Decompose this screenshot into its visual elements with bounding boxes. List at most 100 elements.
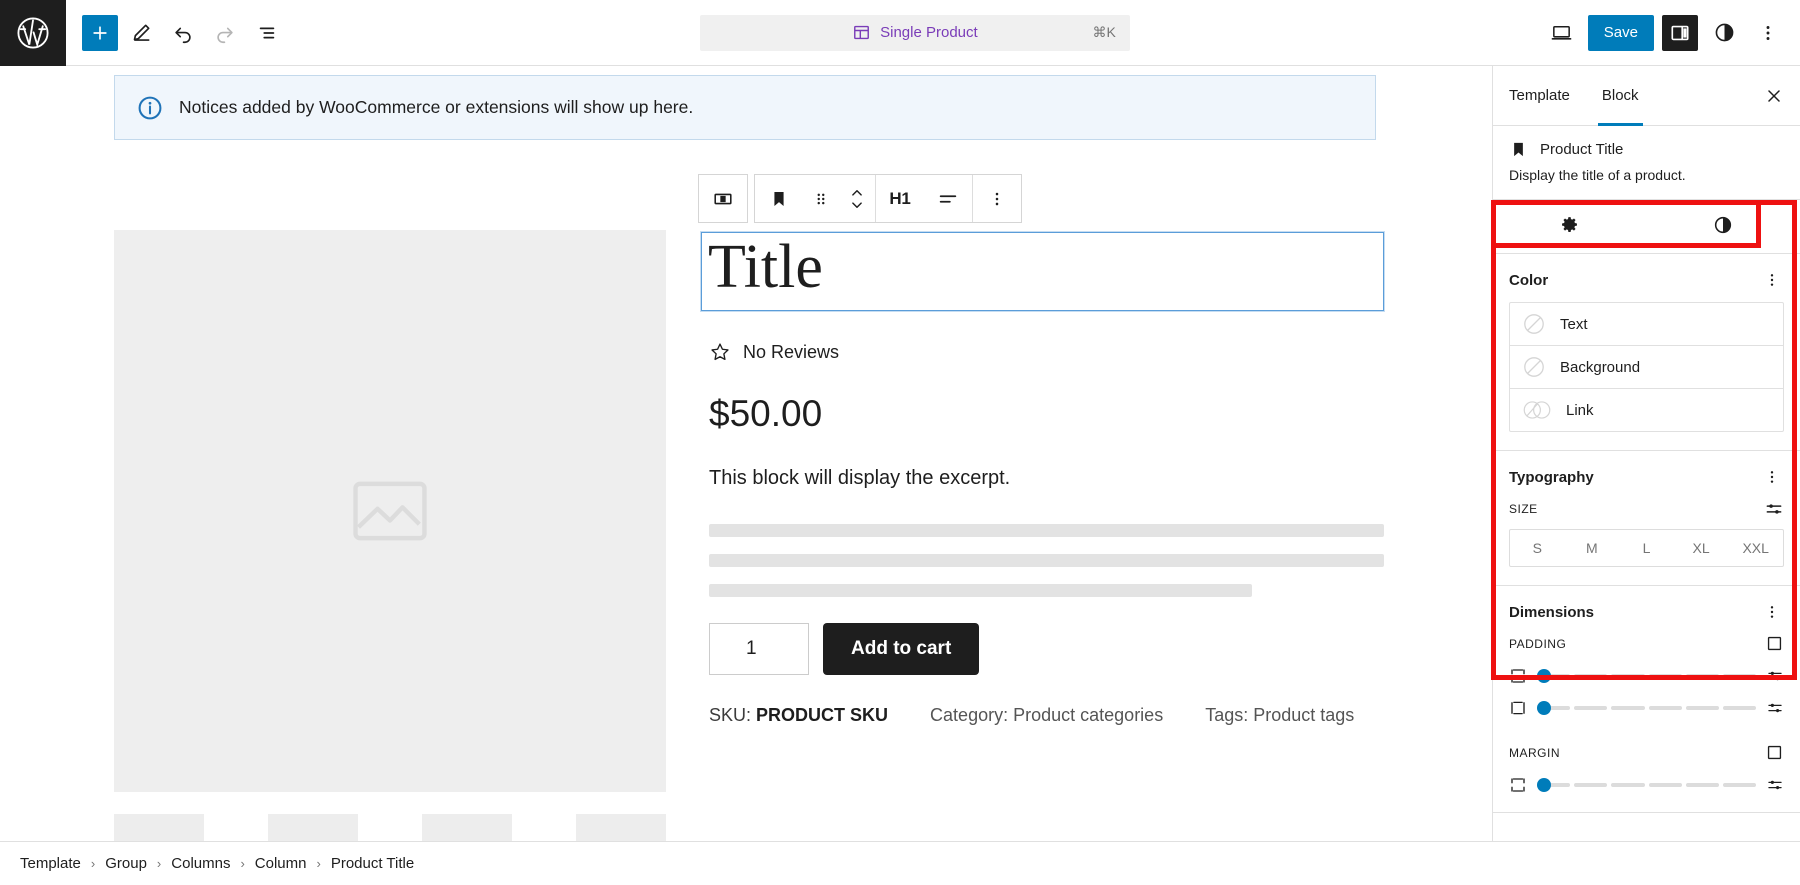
- inspector-panels: Color: [1493, 254, 1800, 841]
- block-options-kebab-icon[interactable]: [973, 175, 1021, 222]
- select-parent-columns-icon[interactable]: [699, 175, 747, 222]
- typography-panel: Typography SIZE: [1493, 451, 1800, 586]
- single-product-layout: Title No Reviews $50.00 This block wi: [114, 230, 1376, 841]
- breadcrumb-separator: ›: [91, 856, 95, 871]
- slider-knob[interactable]: [1537, 669, 1551, 683]
- font-size-option-xl[interactable]: XL: [1674, 530, 1729, 566]
- star-outline-icon: [709, 341, 731, 363]
- close-sidebar-icon[interactable]: [1748, 66, 1800, 125]
- add-block-button[interactable]: [82, 15, 118, 51]
- inspector-tab-styles[interactable]: [1647, 200, 1800, 253]
- tab-template[interactable]: Template: [1493, 66, 1586, 125]
- settings-sidebar-toggle[interactable]: [1662, 15, 1698, 51]
- padding-horizontal-icon: [1509, 699, 1527, 717]
- font-size-option-m[interactable]: M: [1565, 530, 1620, 566]
- breadcrumb-item-group[interactable]: Group: [105, 855, 147, 872]
- breadcrumb: Template › Group › Columns › Column › Pr…: [0, 841, 1800, 885]
- drag-handle-icon[interactable]: [803, 175, 839, 222]
- color-option-label: Link: [1566, 402, 1594, 419]
- color-option-background[interactable]: Background: [1510, 345, 1783, 388]
- align-text-icon[interactable]: [924, 175, 972, 222]
- tab-block[interactable]: Block: [1586, 66, 1655, 125]
- undo-button[interactable]: [164, 14, 202, 52]
- product-thumbnail[interactable]: [114, 814, 204, 841]
- custom-units-icon[interactable]: [1766, 699, 1784, 717]
- product-gallery: [114, 230, 666, 841]
- breadcrumb-item-product-title[interactable]: Product Title: [331, 855, 414, 872]
- color-option-link[interactable]: Link: [1510, 388, 1783, 431]
- inspector-tabs: [1493, 200, 1800, 254]
- breadcrumb-item-column[interactable]: Column: [255, 855, 307, 872]
- slider-segments: [1537, 783, 1756, 787]
- product-title-bookmark-icon[interactable]: [755, 175, 803, 222]
- editor-canvas: Notices added by WooCommerce or extensio…: [0, 66, 1492, 841]
- save-button[interactable]: Save: [1588, 15, 1654, 51]
- padding-horizontal-slider[interactable]: [1537, 706, 1756, 710]
- padding-header: PADDING: [1509, 634, 1784, 653]
- template-icon: [852, 23, 871, 42]
- edit-pencil-button[interactable]: [122, 14, 160, 52]
- wordpress-logo[interactable]: [0, 0, 66, 66]
- product-thumbnail[interactable]: [268, 814, 358, 841]
- font-size-option-xxl[interactable]: XXL: [1728, 530, 1783, 566]
- quantity-input[interactable]: 1: [709, 623, 809, 675]
- slider-segment: [1723, 783, 1756, 787]
- styles-contrast-icon[interactable]: [1706, 15, 1742, 51]
- color-panel-header: Color: [1509, 268, 1784, 292]
- redo-button[interactable]: [206, 14, 244, 52]
- slider-segment: [1574, 783, 1607, 787]
- product-title-text[interactable]: Title: [708, 235, 1377, 300]
- gear-icon: [1559, 215, 1580, 236]
- document-bar-inner: Single Product: [852, 23, 978, 42]
- wordpress-site-editor: Single Product ⌘K Save: [0, 0, 1800, 885]
- breadcrumb-item-template[interactable]: Template: [20, 855, 81, 872]
- color-option-text[interactable]: Text: [1510, 303, 1783, 345]
- color-panel-options-icon[interactable]: [1760, 268, 1784, 292]
- dimensions-panel-header: Dimensions: [1509, 600, 1784, 624]
- slider-segment: [1723, 706, 1756, 710]
- product-thumbnail[interactable]: [422, 814, 512, 841]
- font-size-option-l[interactable]: L: [1619, 530, 1674, 566]
- product-thumbnail[interactable]: [576, 814, 666, 841]
- product-reviews: No Reviews: [701, 341, 1384, 363]
- more-options-kebab-icon[interactable]: [1750, 15, 1786, 51]
- empty-swatch-icon: [1522, 312, 1546, 336]
- block-toolbar: H1: [698, 174, 1022, 223]
- document-title: Single Product: [880, 24, 978, 41]
- product-category: Category: Product categories: [930, 705, 1163, 726]
- inspector-tab-settings[interactable]: [1493, 200, 1647, 253]
- color-option-label: Background: [1560, 359, 1640, 376]
- typography-panel-options-icon[interactable]: [1760, 465, 1784, 489]
- content-placeholder-line: [709, 584, 1252, 597]
- empty-duo-swatch-icon: [1522, 398, 1552, 422]
- product-title-block[interactable]: Title: [701, 232, 1384, 311]
- add-to-cart-button[interactable]: Add to cart: [823, 623, 979, 675]
- product-title-bookmark-icon: [1509, 140, 1528, 159]
- padding-vertical-slider[interactable]: [1537, 674, 1756, 678]
- margin-vertical-slider-row: [1509, 776, 1784, 794]
- custom-units-icon[interactable]: [1766, 776, 1784, 794]
- slider-knob[interactable]: [1537, 701, 1551, 715]
- slider-segment: [1611, 706, 1644, 710]
- box-sides-icon[interactable]: [1765, 743, 1784, 762]
- document-bar[interactable]: Single Product ⌘K: [700, 15, 1130, 51]
- slider-segment: [1686, 674, 1719, 678]
- desktop-preview-icon[interactable]: [1544, 15, 1580, 51]
- font-size-option-s[interactable]: S: [1510, 530, 1565, 566]
- move-up-down-icon[interactable]: [839, 175, 875, 222]
- slider-knob[interactable]: [1537, 778, 1551, 792]
- custom-size-toggle-icon[interactable]: [1764, 499, 1784, 519]
- heading-level-button[interactable]: H1: [876, 175, 924, 222]
- color-panel: Color: [1493, 254, 1800, 451]
- empty-swatch-icon: [1522, 355, 1546, 379]
- dimensions-panel-options-icon[interactable]: [1760, 600, 1784, 624]
- margin-vertical-slider[interactable]: [1537, 783, 1756, 787]
- box-sides-icon[interactable]: [1765, 634, 1784, 653]
- breadcrumb-item-columns[interactable]: Columns: [171, 855, 230, 872]
- product-main-image-placeholder[interactable]: [114, 230, 666, 792]
- list-view-button[interactable]: [248, 14, 286, 52]
- slider-segments: [1537, 706, 1756, 710]
- custom-units-icon[interactable]: [1766, 667, 1784, 685]
- product-sku: SKU: PRODUCT SKU: [709, 705, 888, 726]
- breadcrumb-separator: ›: [157, 856, 161, 871]
